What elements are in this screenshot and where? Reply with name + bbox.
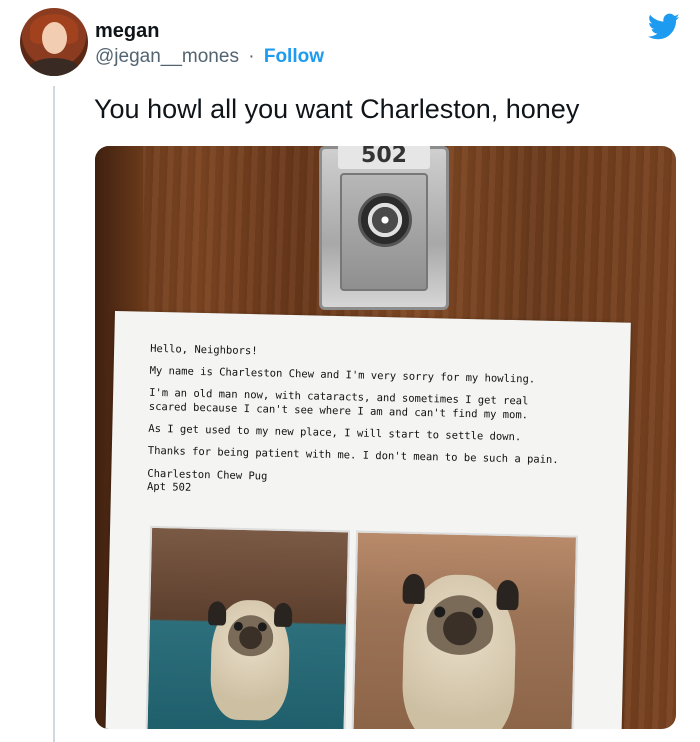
tweet-text: You howl all you want Charleston, honey — [94, 94, 580, 124]
pug-face-right — [421, 588, 499, 656]
twitter-bird-icon[interactable] — [648, 13, 680, 41]
door-number: 502 — [338, 146, 430, 169]
tweet-photo[interactable]: 502 Hello, Neighbors! My name is Charles… — [95, 146, 676, 729]
follow-button[interactable]: Follow — [264, 46, 324, 67]
pug-ear-left — [207, 601, 227, 626]
pug-photo-chair — [145, 525, 351, 729]
flyer-greeting: Hello, Neighbors! — [150, 342, 258, 358]
flyer-line-4: Thanks for being patient with me. I don'… — [147, 444, 559, 467]
pug-photo-floor — [351, 530, 579, 729]
display-name[interactable]: megan — [95, 20, 159, 43]
peephole-lens — [358, 193, 412, 247]
separator-dot: · — [248, 46, 255, 67]
thread-line — [53, 86, 55, 742]
peephole-plate: 502 — [319, 146, 449, 310]
flyer-line-1: My name is Charleston Chew and I'm very … — [149, 364, 536, 386]
flyer-signature: Charleston Chew Pug Apt 502 — [147, 468, 567, 504]
tweet-header: megan @jegan__mones · Follow — [20, 8, 680, 78]
neighbor-flyer: Hello, Neighbors! My name is Charleston … — [105, 311, 631, 729]
pug-body-right — [401, 573, 519, 729]
pug-ear-left — [402, 573, 426, 605]
pug-ear-right — [496, 579, 519, 611]
avatar-face — [42, 22, 67, 54]
flyer-text: Hello, Neighbors! My name is Charleston … — [147, 342, 570, 503]
pug-ear-right — [273, 602, 293, 628]
handle-row: @jegan__mones · Follow — [95, 46, 324, 68]
peephole-housing — [340, 173, 428, 291]
flyer-line-3: As I get used to my new place, I will st… — [148, 422, 522, 444]
flyer-line-2: I'm an old man now, with cataracts, and … — [148, 386, 529, 422]
avatar[interactable] — [20, 8, 88, 76]
pug-body-left — [207, 599, 293, 722]
user-handle[interactable]: @jegan__mones — [95, 46, 239, 67]
avatar-body — [28, 58, 80, 76]
pug-face-left — [225, 609, 277, 657]
